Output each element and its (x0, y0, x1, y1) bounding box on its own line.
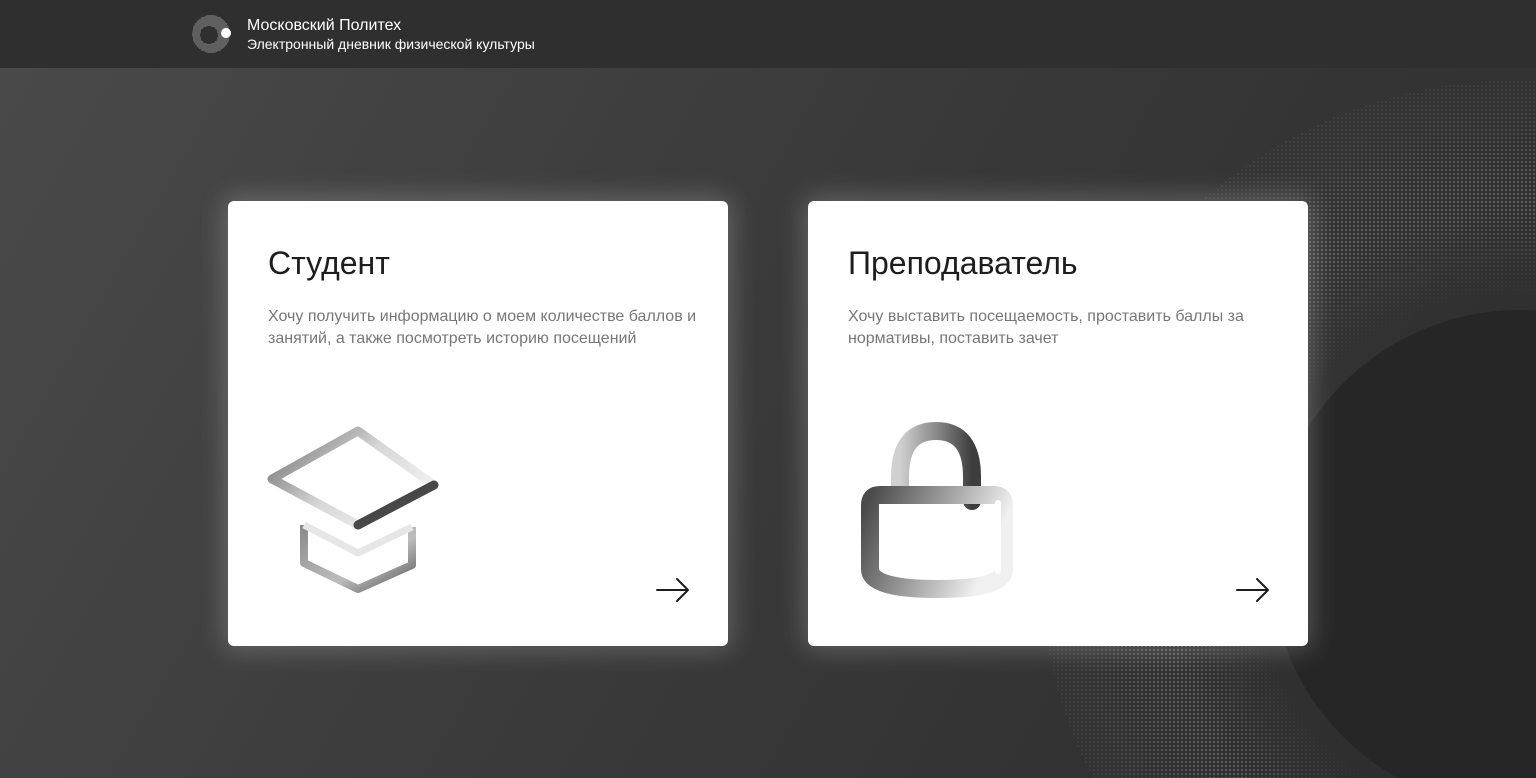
card-title: Преподаватель (848, 245, 1078, 281)
app-header: Московский Политех Электронный дневник ф… (0, 0, 1536, 68)
brand-name: Московский Политех (247, 16, 402, 34)
graduation-cap-icon (267, 426, 445, 593)
padlock-icon (861, 421, 1013, 598)
polytech-ring-logo-icon (192, 15, 231, 53)
brand[interactable]: Московский Политех Электронный дневник ф… (191, 13, 535, 55)
card-title: Студент (268, 245, 390, 281)
teacher-role-card[interactable]: Преподаватель Хочу выставить посещаемост… (808, 201, 1308, 646)
brand-subtitle: Электронный дневник физической культуры (247, 35, 535, 52)
card-description: Хочу выставить посещаемость, проставить … (848, 308, 1244, 347)
arrow-right-icon[interactable] (1236, 577, 1270, 603)
student-role-card[interactable]: Студент Хочу получить информацию о моем … (228, 201, 728, 646)
card-description: Хочу получить информацию о моем количест… (268, 308, 697, 347)
arrow-right-icon[interactable] (656, 577, 690, 603)
